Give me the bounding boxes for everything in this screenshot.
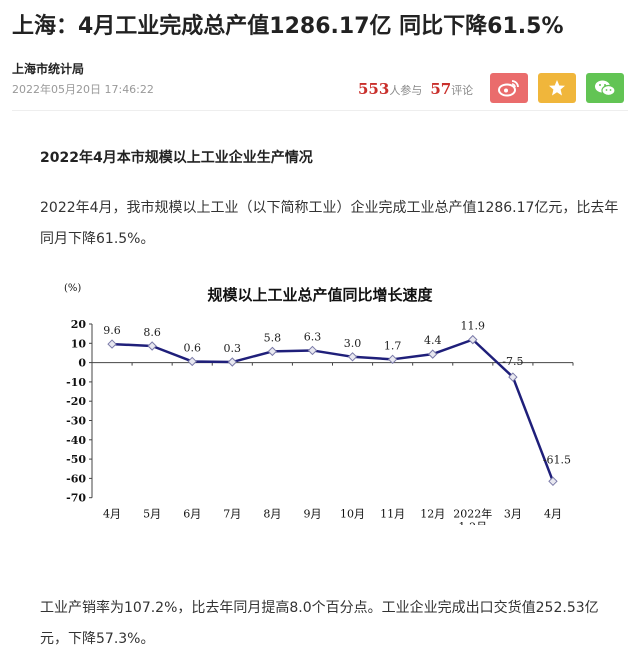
data-label: 4.4 [424,334,442,347]
favorite-button[interactable] [538,73,576,103]
y-tick-label: -20 [66,395,86,408]
x-tick-label: 12月 [420,508,445,521]
share-wechat-button[interactable] [586,73,624,103]
y-tick-label: -30 [66,415,86,428]
data-label: -61.5 [543,453,571,466]
data-point [267,346,278,357]
data-label: 3.0 [344,337,362,350]
data-label: 0.6 [183,341,201,354]
data-point [187,356,197,367]
publish-time: 2022年05月20日 17:46:22 [12,83,154,96]
article-paragraph: 工业产销率为107.2%，比去年同月提高8.0个百分点。工业企业完成出口交货值2… [40,600,599,647]
x-tick-label: 5月 [143,508,161,521]
y-tick-label: 20 [71,318,87,331]
article-source[interactable]: 上海市统计局 [12,60,84,77]
x-tick-label: 4月 [103,508,121,521]
section-title: 2022年4月本市规模以上工业企业生产情况 [40,150,313,166]
article-paragraph: 2022年4月，我市规模以上工业（以下简称工业）企业完成工业总产值1286.17… [40,200,619,247]
chart-title: 规模以上工业总产值同比增长速度 [207,286,433,304]
x-tick-label: 1-2月 [458,521,487,525]
series-line [111,338,555,482]
x-tick-label: 3月 [504,508,522,521]
share-weibo-button[interactable] [490,73,528,103]
data-label: 0.3 [224,342,242,355]
header-divider [12,110,628,111]
data-point [227,357,237,367]
x-tick-label: 9月 [303,508,321,521]
data-label: -7.5 [502,355,523,368]
wechat-icon [595,80,616,97]
data-point [107,339,117,349]
y-tick-label: -10 [66,376,86,389]
data-label: 8.6 [143,326,161,339]
comment-label[interactable]: 评论 [451,84,473,97]
data-label: 9.6 [103,324,121,337]
participant-count: 553 [358,80,390,98]
weibo-icon [498,80,519,97]
data-point [347,352,358,362]
data-label: 1.7 [384,339,402,352]
data-point [147,341,157,351]
x-tick-label: 11月 [380,508,405,521]
x-tick-label: 4月 [544,508,562,521]
y-axis-label: (%) [64,283,81,294]
data-label: 11.9 [461,320,486,333]
y-tick-label: 0 [78,357,86,370]
engagement-stats: 553人参与 57评论 [358,79,481,98]
y-tick-label: -50 [66,453,86,466]
x-tick-label: 2022年 [453,507,492,521]
y-tick-label: -70 [66,492,86,505]
data-point [428,349,438,359]
comment-count[interactable]: 57 [430,80,451,98]
article-title: 上海：4月工业完成总产值1286.17亿 同比下降61.5% [12,14,564,39]
growth-line-chart: 规模以上工业总产值同比增长速度 (%) 20 10 0 -10 -20 -30 -40 -50 -6… [64,283,574,525]
x-tick-label: 10月 [340,508,365,521]
data-label: 5.8 [264,331,282,344]
x-tick-label: 6月 [183,508,201,521]
data-point [307,345,318,356]
x-tick-label: 8月 [263,508,281,521]
x-tick-label: 7月 [223,508,241,521]
star-icon [549,80,565,96]
y-tick-label: -40 [66,434,86,447]
participant-label: 人参与 [389,84,423,97]
y-tick-label: -60 [66,472,86,485]
data-label: 6.3 [304,330,322,343]
data-point [548,476,558,487]
y-tick-label: 10 [71,337,87,350]
